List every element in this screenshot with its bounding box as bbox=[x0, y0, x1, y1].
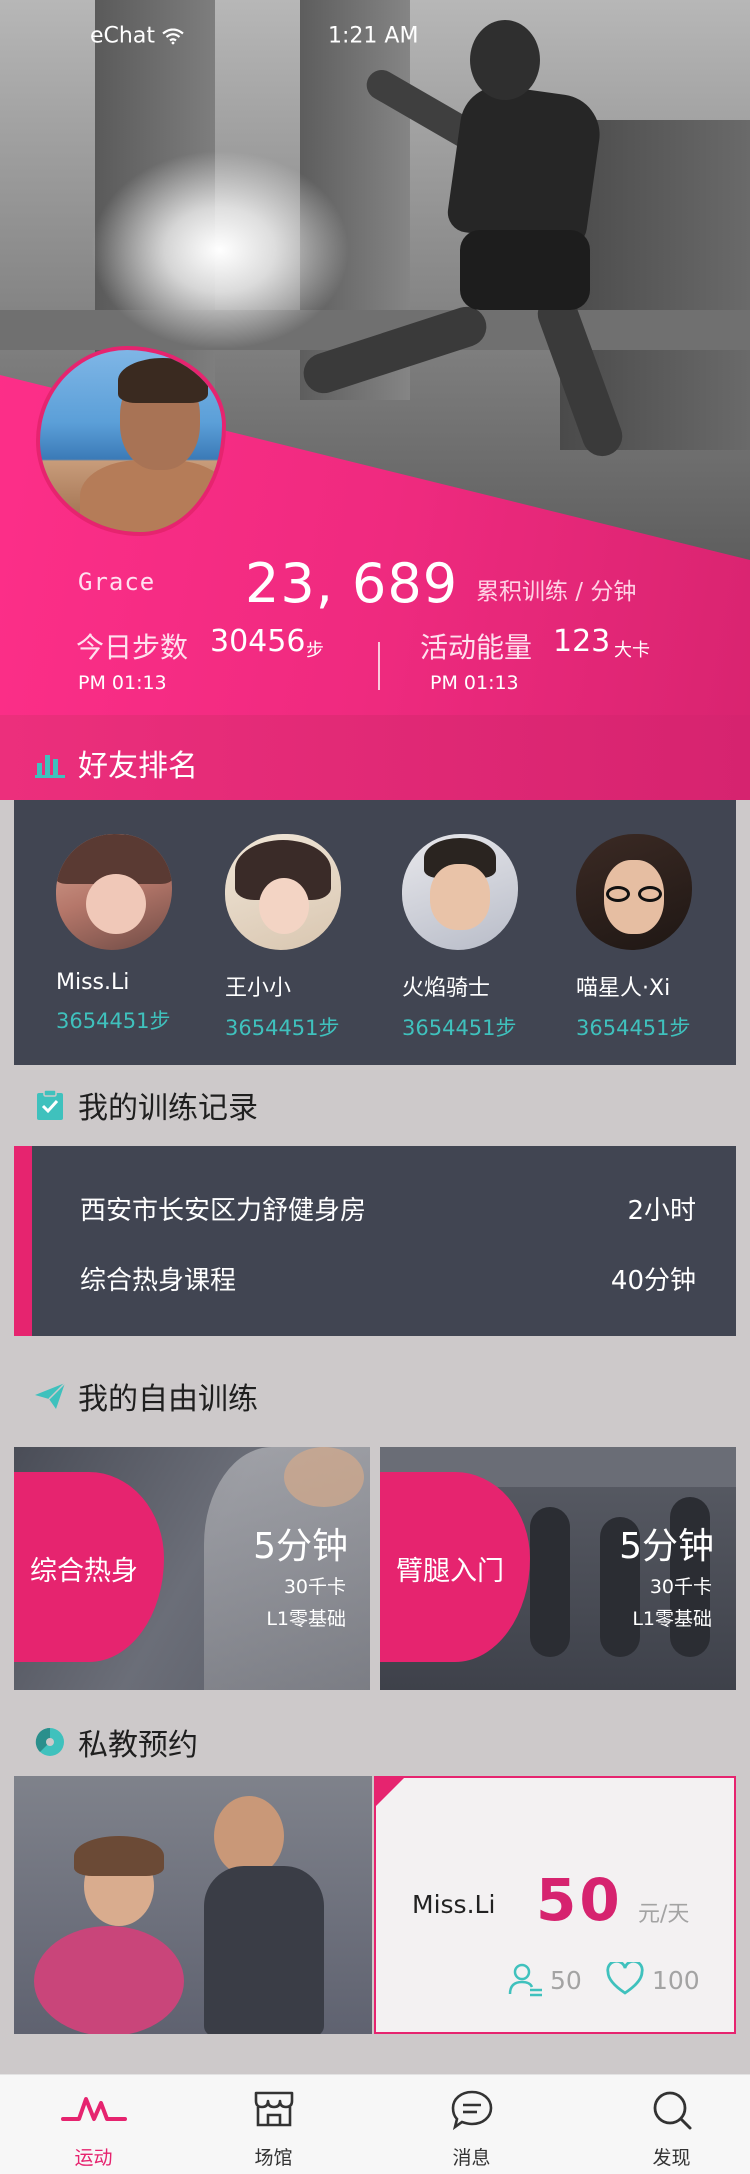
clipboard-check-icon bbox=[37, 1089, 63, 1120]
tab-label: 场馆 bbox=[254, 2147, 293, 2169]
record-value: 40分钟 bbox=[610, 1266, 696, 1296]
chat-icon bbox=[451, 2090, 492, 2131]
steps-time: PM 01:13 bbox=[78, 672, 167, 694]
friends-section-title: 好友排名 bbox=[78, 749, 198, 784]
wifi-icon bbox=[162, 28, 184, 45]
coach-students: 50 bbox=[550, 1966, 582, 1995]
coach-section-header[interactable]: 私教预约 bbox=[0, 1712, 750, 1772]
status-time: 1:21 AM bbox=[328, 23, 419, 49]
friend-steps: 3654451步 bbox=[56, 1009, 171, 1033]
search-icon bbox=[653, 2091, 691, 2130]
pulse-icon bbox=[60, 2097, 127, 2121]
record-row: 综合热身课程 40分钟 bbox=[80, 1260, 696, 1297]
training-card[interactable]: 综合热身 5分钟 30千卡 L1零基础 bbox=[14, 1447, 370, 1690]
heart-icon[interactable] bbox=[606, 1962, 644, 1996]
friend-card[interactable]: Miss.Li 3654451步 bbox=[56, 834, 206, 1035]
free-training-section-header[interactable]: 我的自由训练 bbox=[0, 1366, 750, 1426]
training-level: L1零基础 bbox=[632, 1608, 712, 1630]
training-card[interactable]: 臂腿入门 5分钟 30千卡 L1零基础 bbox=[380, 1447, 736, 1690]
friend-avatar bbox=[576, 834, 692, 950]
coach-price: 50 bbox=[536, 1866, 623, 1934]
training-level: L1零基础 bbox=[266, 1608, 346, 1630]
steps-value: 30456 bbox=[210, 624, 306, 659]
training-duration: 5分钟 bbox=[619, 1526, 714, 1567]
training-record-panel[interactable]: 西安市长安区力舒健身房 2小时 综合热身课程 40分钟 bbox=[14, 1146, 736, 1336]
username: Grace bbox=[78, 568, 156, 596]
friends-section-header[interactable]: 好友排名 bbox=[0, 733, 750, 793]
friend-steps: 3654451步 bbox=[402, 1016, 517, 1040]
record-name: 综合热身课程 bbox=[80, 1266, 237, 1296]
friend-name: 火焰骑士 bbox=[402, 976, 491, 1001]
metrics-divider bbox=[378, 642, 380, 690]
friend-name: Miss.Li bbox=[56, 970, 130, 995]
friend-steps: 3654451步 bbox=[225, 1016, 340, 1040]
friend-steps: 3654451步 bbox=[576, 1016, 691, 1040]
clock-pie-icon bbox=[35, 1727, 64, 1756]
steps-label: 今日步数 bbox=[76, 631, 189, 664]
steps-unit: 步 bbox=[306, 640, 324, 661]
store-icon bbox=[254, 2091, 293, 2127]
energy-value: 123 bbox=[553, 624, 611, 659]
record-row: 西安市长安区力舒健身房 2小时 bbox=[80, 1190, 696, 1227]
tab-label: 发现 bbox=[652, 2147, 691, 2169]
energy-unit: 大卡 bbox=[614, 640, 650, 661]
tab-label: 运动 bbox=[74, 2147, 113, 2169]
coach-photo[interactable] bbox=[14, 1776, 372, 2034]
tab-messages[interactable]: 消息 bbox=[378, 2075, 565, 2174]
record-accent-bar bbox=[14, 1146, 32, 1336]
coach-card-corner bbox=[376, 1778, 404, 1806]
training-duration: 5分钟 bbox=[253, 1526, 348, 1567]
paper-plane-icon bbox=[35, 1382, 66, 1409]
coach-price-unit: 元/天 bbox=[638, 1902, 690, 1927]
friend-card[interactable]: 喵星人·Xi 3654451步 bbox=[576, 834, 726, 1042]
friend-card[interactable]: 王小小 3654451步 bbox=[225, 834, 375, 1042]
training-calories: 30千卡 bbox=[283, 1576, 346, 1598]
friend-name: 王小小 bbox=[225, 976, 292, 1001]
tab-venue[interactable]: 场馆 bbox=[180, 2075, 367, 2174]
tab-label: 消息 bbox=[452, 2147, 491, 2169]
training-calories: 30千卡 bbox=[649, 1576, 712, 1598]
record-value: 2小时 bbox=[627, 1196, 696, 1226]
user-list-icon bbox=[508, 1963, 542, 1997]
bar-chart-icon bbox=[35, 755, 65, 778]
coach-name: Miss.Li bbox=[412, 1890, 496, 1919]
records-section-title: 我的训练记录 bbox=[78, 1091, 258, 1126]
total-training-value: 23, 689 bbox=[245, 552, 459, 615]
status-bar: eChat 1:21 AM bbox=[0, 0, 750, 49]
free-training-section-title: 我的自由训练 bbox=[78, 1382, 258, 1417]
friends-ranking-panel: Miss.Li 3654451步 王小小 3654451步 火焰骑士 36544… bbox=[14, 800, 736, 1065]
friend-card[interactable]: 火焰骑士 3654451步 bbox=[402, 834, 552, 1042]
friend-avatar bbox=[225, 834, 341, 950]
tab-sport[interactable]: 运动 bbox=[0, 2075, 187, 2174]
coach-likes: 100 bbox=[652, 1966, 700, 1995]
records-section-header[interactable]: 我的训练记录 bbox=[0, 1075, 750, 1135]
bottom-tab-bar: 运动 场馆 消息 发现 bbox=[0, 2074, 750, 2174]
tab-discover[interactable]: 发现 bbox=[578, 2075, 750, 2174]
friend-avatar bbox=[402, 834, 518, 950]
coach-info-card[interactable]: Miss.Li 50 元/天 50 100 bbox=[374, 1776, 736, 2034]
status-carrier: eChat bbox=[90, 24, 184, 49]
coach-section-title: 私教预约 bbox=[78, 1728, 198, 1763]
friend-avatar bbox=[56, 834, 172, 950]
friend-name: 喵星人·Xi bbox=[576, 976, 671, 1001]
energy-label: 活动能量 bbox=[420, 631, 533, 664]
energy-time: PM 01:13 bbox=[430, 672, 519, 694]
record-name: 西安市长安区力舒健身房 bbox=[80, 1196, 367, 1226]
training-tag: 臂腿入门 bbox=[396, 1556, 504, 1587]
total-training-unit: 累积训练 / 分钟 bbox=[476, 579, 637, 605]
carrier-text: eChat bbox=[90, 23, 155, 49]
training-tag: 综合热身 bbox=[30, 1556, 138, 1587]
